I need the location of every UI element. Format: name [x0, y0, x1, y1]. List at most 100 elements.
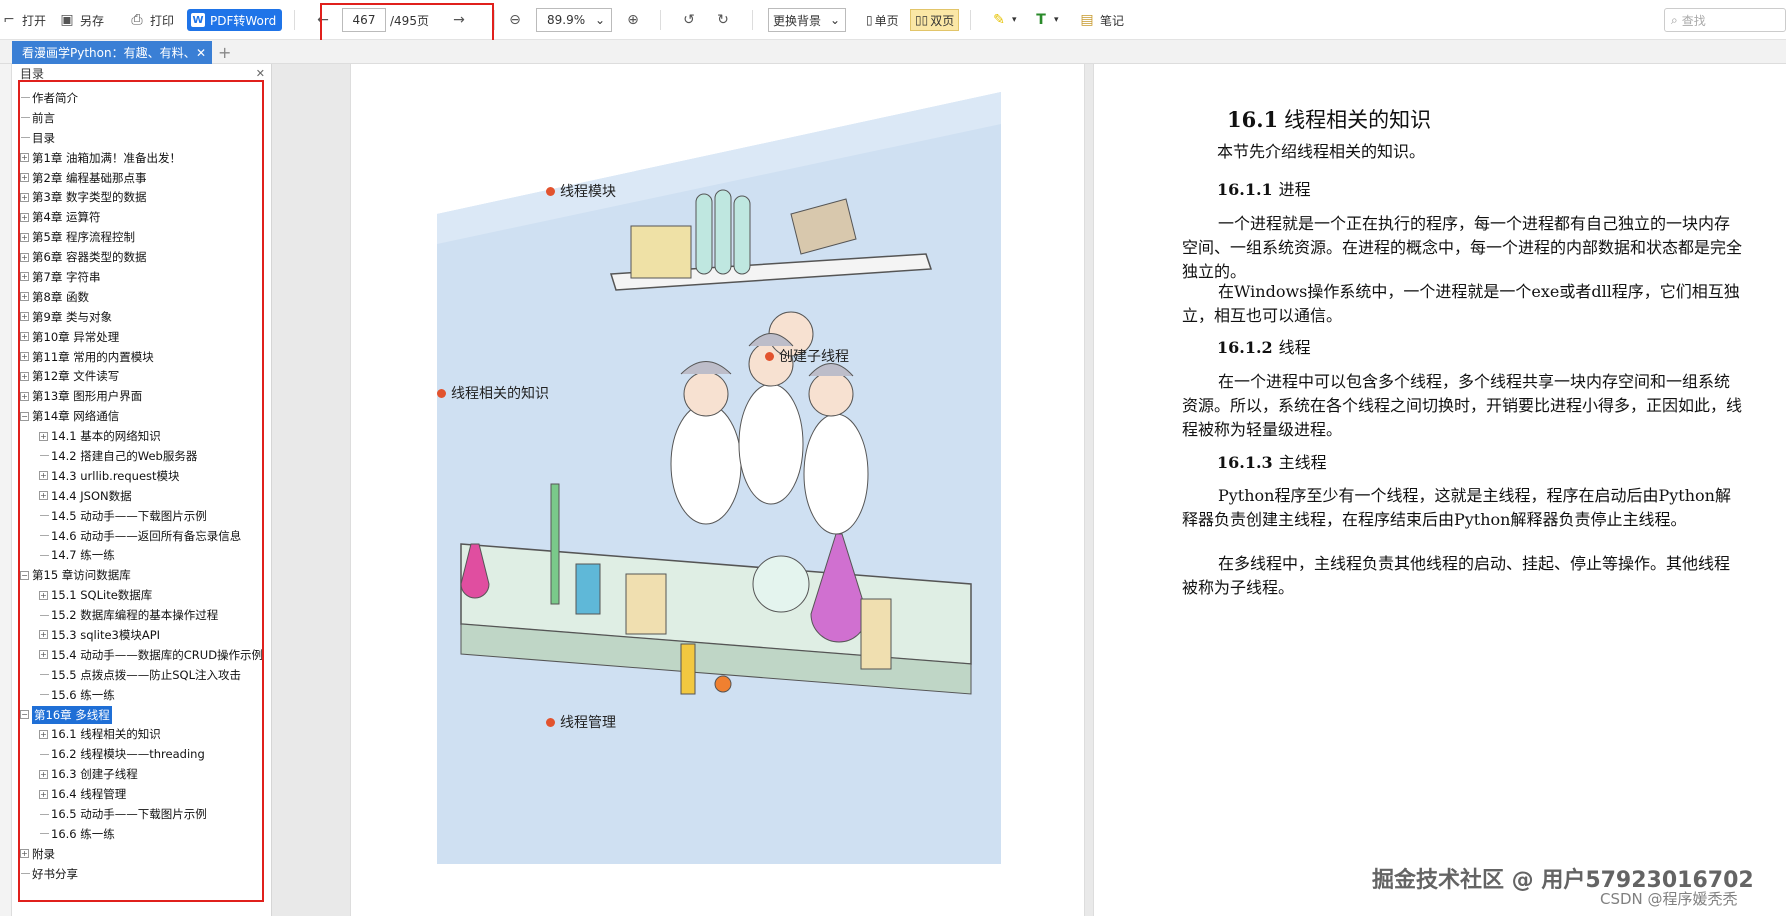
toc-item[interactable]: + 第6章 容器类型的数据: [20, 247, 271, 267]
rotate-right-button[interactable]: ↻: [714, 9, 736, 31]
toc-item[interactable]: − 第14章 网络通信: [20, 406, 271, 426]
toc-item[interactable]: 16.2 线程模块——threading: [20, 744, 271, 764]
toc-item[interactable]: 16.5 动动手——下载图片示例: [20, 804, 271, 824]
expand-icon[interactable]: +: [20, 212, 29, 222]
toc-item[interactable]: 14.2 搭建自己的Web服务器: [20, 446, 271, 466]
expand-icon[interactable]: +: [20, 352, 29, 362]
toc-item[interactable]: +14.3 urllib.request模块: [20, 466, 271, 486]
page-number-input[interactable]: 467: [342, 8, 386, 32]
divider: [660, 10, 661, 30]
expand-icon[interactable]: +: [39, 471, 48, 481]
expand-icon[interactable]: +: [20, 849, 29, 859]
toc-item-label: 15.1 SQLite数据库: [51, 588, 153, 603]
single-page-button[interactable]: ▯ 单页: [862, 9, 903, 31]
toc-item[interactable]: 14.6 动动手——返回所有备忘录信息: [20, 526, 271, 546]
prev-page-button[interactable]: ←: [314, 9, 336, 31]
toc-item[interactable]: + 第9章 类与对象: [20, 307, 271, 327]
word-icon: W: [191, 13, 205, 27]
toc-header: 目录 ✕: [12, 64, 271, 82]
zoom-out-button[interactable]: ⊖: [506, 9, 528, 31]
toc-item[interactable]: 15.5 点拨点拨——防止SQL注入攻击: [20, 665, 271, 685]
toc-item[interactable]: +15.3 sqlite3模块API: [20, 625, 271, 645]
save-as-button[interactable]: ▣ 另存: [58, 9, 104, 31]
toc-item[interactable]: 14.5 动动手——下载图片示例: [20, 506, 271, 526]
collapse-icon[interactable]: −: [20, 710, 29, 720]
zoom-in-button[interactable]: ⊕: [624, 9, 646, 31]
expand-icon[interactable]: +: [20, 371, 29, 381]
double-page-button[interactable]: ▯▯ 双页: [910, 9, 960, 31]
toc-item-label: 15.2 数据库编程的基本操作过程: [51, 608, 219, 623]
toc-item[interactable]: + 第1章 油箱加满！准备出发！: [20, 148, 271, 168]
toc-item[interactable]: − 第15 章访问数据库: [20, 565, 271, 585]
toc-item[interactable]: +16.3 创建子线程: [20, 764, 271, 784]
toc-item[interactable]: 好书分享: [20, 864, 271, 884]
toc-item[interactable]: + 第13章 图形用户界面: [20, 386, 271, 406]
toc-item-label: 14.2 搭建自己的Web服务器: [51, 448, 198, 463]
expand-icon[interactable]: +: [39, 630, 48, 640]
expand-icon[interactable]: +: [20, 272, 29, 282]
expand-icon[interactable]: +: [20, 192, 29, 202]
collapse-icon[interactable]: −: [20, 411, 29, 421]
highlighter-button[interactable]: ✎ ▾: [990, 9, 1016, 31]
toc-item[interactable]: + 第12章 文件读写: [20, 366, 271, 386]
zoom-select[interactable]: 89.9% ⌄: [536, 8, 612, 32]
toc-item[interactable]: +15.1 SQLite数据库: [20, 585, 271, 605]
expand-icon[interactable]: +: [20, 232, 29, 242]
pdf-to-word-button[interactable]: W PDF转Word: [187, 9, 282, 31]
new-tab-button[interactable]: +: [218, 43, 231, 62]
toc-item[interactable]: 前言: [20, 108, 271, 128]
toc-item[interactable]: + 第8章 函数: [20, 287, 271, 307]
expand-icon[interactable]: +: [20, 173, 29, 182]
expand-icon[interactable]: +: [39, 729, 48, 739]
toc-item[interactable]: + 第10章 异常处理: [20, 327, 271, 347]
expand-icon[interactable]: +: [20, 292, 29, 302]
expand-icon[interactable]: +: [20, 153, 29, 163]
toc-item[interactable]: 14.7 练一练: [20, 545, 271, 565]
toc-item[interactable]: 作者简介: [20, 88, 271, 108]
document-tab[interactable]: 看漫画学Python：有趣、有料、 ✕: [12, 41, 212, 64]
print-button[interactable]: ⎙ 打印: [128, 9, 174, 31]
notes-button[interactable]: ▤ 笔记: [1078, 9, 1124, 31]
toc-item[interactable]: +14.4 JSON数据: [20, 486, 271, 506]
toc-item[interactable]: + 第2章 编程基础那点事: [20, 168, 271, 188]
close-icon[interactable]: ✕: [256, 67, 265, 80]
expand-icon[interactable]: +: [39, 789, 48, 799]
toc-item[interactable]: − 第16章 多线程: [20, 705, 271, 725]
toc-item[interactable]: + 第7章 字符串: [20, 267, 271, 287]
label-create-thread: 创建子线程: [765, 346, 849, 366]
subsection-number: 16.1.2: [1217, 338, 1273, 357]
toc-item[interactable]: +16.4 线程管理: [20, 784, 271, 804]
expand-icon[interactable]: +: [39, 769, 48, 779]
toc-item[interactable]: + 第11章 常用的内置模块: [20, 347, 271, 367]
expand-icon[interactable]: +: [39, 590, 48, 600]
next-page-button[interactable]: →: [450, 9, 472, 31]
toc-item[interactable]: +16.1 线程相关的知识: [20, 725, 271, 745]
expand-icon[interactable]: +: [20, 391, 29, 401]
toc-item[interactable]: + 第4章 运算符: [20, 207, 271, 227]
background-select[interactable]: 更换背景 ⌄: [768, 8, 846, 32]
open-button[interactable]: ⌐ 打开: [0, 9, 46, 31]
toc-item-label: 第11章 常用的内置模块: [32, 349, 154, 364]
expand-icon[interactable]: +: [39, 431, 48, 441]
close-icon[interactable]: ✕: [196, 46, 206, 60]
expand-icon[interactable]: +: [20, 252, 29, 262]
toc-item[interactable]: +15.4 动动手——数据库的CRUD操作示例: [20, 645, 271, 665]
rotate-left-button[interactable]: ↺: [680, 9, 702, 31]
toc-item[interactable]: 目录: [20, 128, 271, 148]
toc-item[interactable]: + 第3章 数字类型的数据: [20, 187, 271, 207]
expand-icon[interactable]: +: [39, 650, 48, 660]
collapse-icon[interactable]: −: [20, 570, 29, 580]
toc-item[interactable]: +14.1 基本的网络知识: [20, 426, 271, 446]
toc-item[interactable]: 15.2 数据库编程的基本操作过程: [20, 605, 271, 625]
toc-item[interactable]: + 第5章 程序流程控制: [20, 227, 271, 247]
toc-item[interactable]: 16.6 练一练: [20, 824, 271, 844]
expand-icon[interactable]: +: [39, 491, 48, 501]
text-tool-button[interactable]: T ▾: [1032, 9, 1058, 31]
search-input[interactable]: ⌕ 查找: [1664, 8, 1786, 32]
save-icon: ▣: [60, 12, 74, 28]
toc-item[interactable]: + 附录: [20, 844, 271, 864]
toc-item[interactable]: 15.6 练一练: [20, 685, 271, 705]
printer-icon: ⎙: [131, 12, 143, 28]
expand-icon[interactable]: +: [20, 332, 29, 342]
expand-icon[interactable]: +: [20, 312, 29, 322]
